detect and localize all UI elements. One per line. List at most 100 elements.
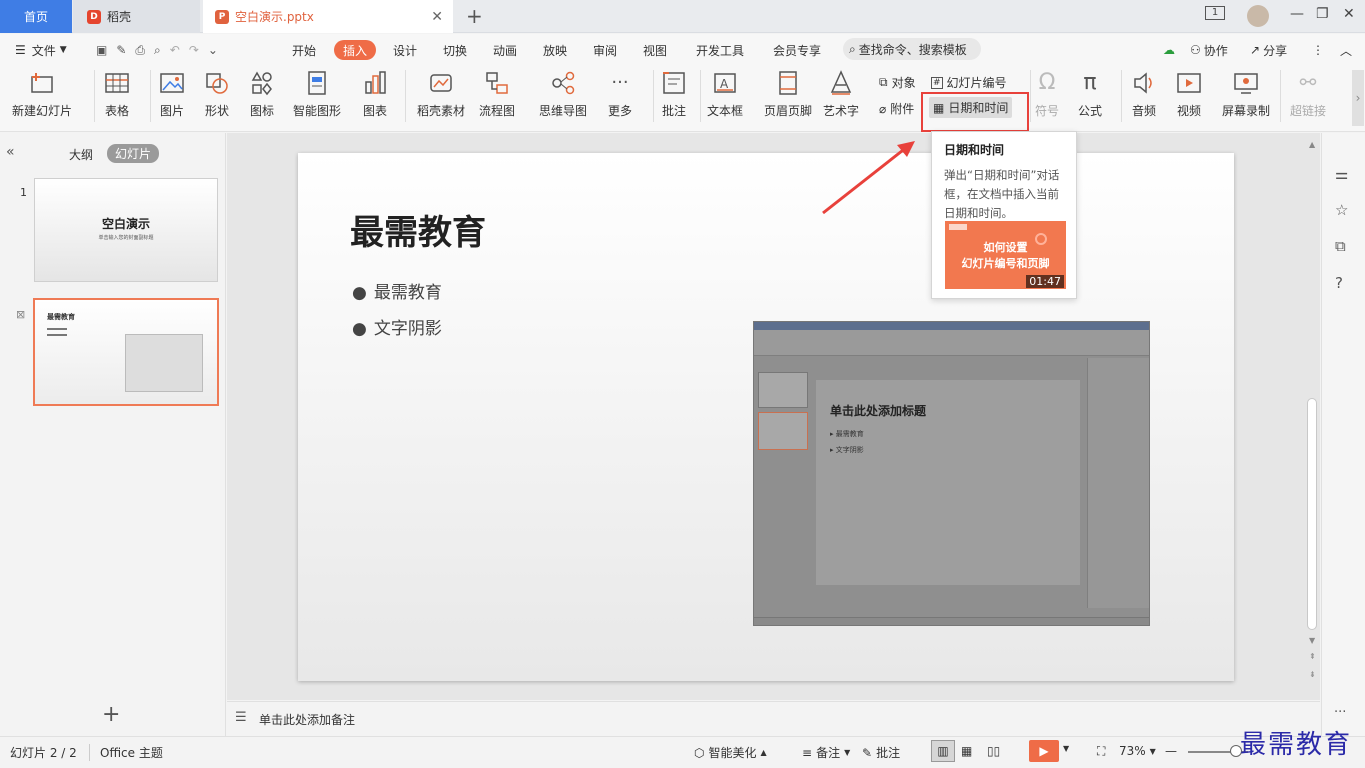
slideshow-options-icon[interactable]: ▼ bbox=[1063, 744, 1069, 753]
picture-button[interactable]: 图片 bbox=[159, 70, 185, 119]
new-slide-button[interactable]: 新建幻灯片 bbox=[12, 70, 72, 119]
avatar[interactable] bbox=[1247, 5, 1269, 27]
format-painter-icon[interactable]: ✎ bbox=[116, 43, 126, 57]
tab-daoke[interactable]: D 稻壳 bbox=[73, 0, 200, 33]
hyperlink-button[interactable]: ⚯ 超链接 bbox=[1290, 70, 1326, 119]
help-icon[interactable]: ? bbox=[1335, 274, 1343, 292]
add-tab-icon[interactable]: + bbox=[466, 4, 483, 28]
scroll-up-icon[interactable]: ▲ bbox=[1309, 140, 1315, 149]
undo-icon[interactable]: ↶ bbox=[170, 43, 180, 57]
flowchart-button[interactable]: 流程图 bbox=[479, 70, 515, 119]
share-button[interactable]: ↗ 分享 bbox=[1250, 40, 1287, 60]
cowork-button[interactable]: ⚇ 协作 bbox=[1190, 40, 1228, 60]
smart-beautify-button[interactable]: ⬡ 智能美化 ▲ bbox=[694, 744, 767, 761]
chart-button[interactable]: 图表 bbox=[362, 70, 388, 119]
scrollbar-thumb[interactable] bbox=[1307, 398, 1317, 630]
customize-icon[interactable]: ⌄ bbox=[208, 43, 218, 57]
file-label: 文件 bbox=[31, 43, 56, 58]
tab-animation[interactable]: 动画 bbox=[493, 40, 517, 60]
tooltip-video-thumbnail[interactable]: 如何设置 幻灯片编号和页脚 01:47 bbox=[945, 221, 1066, 289]
copy-layout-icon[interactable]: ⧉ bbox=[1335, 237, 1346, 255]
add-slide-icon[interactable]: + bbox=[102, 702, 120, 727]
next-slide-icon[interactable]: ⇟ bbox=[1309, 670, 1316, 679]
wordart-button[interactable]: 艺术字 bbox=[823, 70, 859, 119]
tab-review[interactable]: 审阅 bbox=[593, 40, 617, 60]
embedded-screenshot-image[interactable]: 单击此处添加标题 ▸ 最需教育 ▸ 文字阴影 bbox=[753, 321, 1150, 626]
header-footer-button[interactable]: 页眉页脚 bbox=[764, 70, 812, 119]
tab-membership[interactable]: 会员专享 bbox=[773, 40, 821, 60]
audio-button[interactable]: 音频 bbox=[1131, 70, 1157, 119]
minimize-icon[interactable]: — bbox=[1290, 6, 1304, 22]
tab-design[interactable]: 设计 bbox=[393, 40, 417, 60]
notes-toggle-button[interactable]: ≡ 备注 ▼ bbox=[802, 744, 850, 761]
tab-start[interactable]: 开始 bbox=[292, 40, 316, 60]
slide-bullet-1[interactable]: ● 最需教育 bbox=[352, 278, 442, 303]
collapse-ribbon-icon[interactable]: ︿ bbox=[1340, 40, 1352, 60]
fit-window-icon[interactable]: ⛶ bbox=[1097, 744, 1105, 759]
slide-indicator: 幻灯片 2 / 2 bbox=[10, 744, 77, 761]
print-preview-icon[interactable]: ⌕ bbox=[154, 43, 161, 58]
video-button[interactable]: 视频 bbox=[1176, 70, 1202, 119]
file-menu[interactable]: ☰ 文件 ▼ bbox=[15, 40, 67, 60]
zoom-level[interactable]: 73% ▼ bbox=[1119, 744, 1156, 758]
slide-title[interactable]: 最需教育 bbox=[350, 205, 486, 254]
mindmap-button[interactable]: 思维导图 bbox=[539, 70, 587, 119]
symbol-button[interactable]: Ω 符号 bbox=[1034, 70, 1060, 119]
ribbon-scroll-right-icon[interactable]: › bbox=[1352, 70, 1364, 126]
slides-tab[interactable]: 幻灯片 bbox=[107, 144, 160, 163]
close-window-icon[interactable]: ✕ bbox=[1343, 6, 1355, 22]
print-icon[interactable]: ⎙ bbox=[135, 43, 145, 58]
close-tab-icon[interactable]: ✕ bbox=[431, 9, 443, 25]
outline-tab[interactable]: 大纲 bbox=[69, 146, 93, 163]
redo-icon[interactable]: ↷ bbox=[189, 43, 199, 57]
restore-icon[interactable]: ❐ bbox=[1316, 6, 1329, 22]
slide-number-button[interactable]: # 幻灯片编号 bbox=[931, 74, 1007, 91]
tab-developer[interactable]: 开发工具 bbox=[696, 40, 744, 60]
shape-button[interactable]: 形状 bbox=[204, 70, 230, 119]
canvas-scrollbar[interactable]: ▲ ▼ ⇞ ⇟ bbox=[1306, 140, 1318, 690]
table-button[interactable]: 表格 bbox=[104, 70, 130, 119]
more-button[interactable]: ··· 更多 bbox=[607, 70, 633, 119]
prev-slide-icon[interactable]: ⇞ bbox=[1309, 652, 1316, 661]
animation-star-icon[interactable]: ☆ bbox=[1335, 201, 1348, 219]
command-search-text: 查找命令、搜索模板 bbox=[858, 42, 967, 57]
tab-document[interactable]: P 空白演示.pptx ✕ bbox=[203, 0, 453, 33]
comment-button[interactable]: 批注 bbox=[661, 70, 687, 119]
tab-view[interactable]: 视图 bbox=[643, 40, 667, 60]
normal-view-icon[interactable]: ▥ bbox=[931, 740, 955, 762]
collapse-panel-icon[interactable]: « bbox=[6, 144, 15, 160]
properties-icon[interactable]: ⚌ bbox=[1335, 165, 1348, 183]
more-tools-icon[interactable]: ··· bbox=[1334, 705, 1346, 720]
tab-slideshow[interactable]: 放映 bbox=[543, 40, 567, 60]
comment-toggle-button[interactable]: ✎ 批注 bbox=[862, 744, 900, 761]
daoke-material-button[interactable]: 稻壳素材 bbox=[417, 70, 465, 119]
reading-view-icon[interactable]: ▯▯ bbox=[987, 744, 1000, 758]
tab-transition[interactable]: 切换 bbox=[443, 40, 467, 60]
cloud-sync-button[interactable]: ☁ bbox=[1163, 40, 1175, 60]
icon-button[interactable]: 图标 bbox=[249, 70, 275, 119]
screen-record-button[interactable]: 屏幕录制 bbox=[1222, 70, 1270, 119]
formula-button[interactable]: π 公式 bbox=[1077, 70, 1103, 119]
command-search[interactable]: ⌕ 查找命令、搜索模板 bbox=[843, 38, 981, 60]
theme-name[interactable]: Office 主题 bbox=[89, 744, 163, 761]
omega-icon: Ω bbox=[1038, 70, 1056, 95]
attachment-button[interactable]: ⌀ 附件 bbox=[879, 100, 914, 117]
window-count-icon[interactable]: 1 bbox=[1205, 6, 1225, 20]
grid-view-icon[interactable]: ▦ bbox=[961, 744, 972, 758]
zoom-out-icon[interactable]: — bbox=[1165, 744, 1177, 758]
notes-pane[interactable]: ☰ 单击此处添加备注 bbox=[227, 701, 1320, 736]
slide-thumbnail-2[interactable]: 最需教育 bbox=[33, 298, 219, 406]
tab-insert[interactable]: 插入 bbox=[334, 40, 377, 60]
tab-home[interactable]: 首页 bbox=[0, 0, 72, 33]
scroll-down-icon[interactable]: ▼ bbox=[1309, 636, 1315, 645]
save-icon[interactable]: ▣ bbox=[96, 43, 107, 57]
current-slide[interactable]: 最需教育 ● 最需教育 ● 文字阴影 单击此处添加标题 ▸ 最需教育 ▸ 文字阴影 bbox=[298, 153, 1234, 681]
slide-bullet-2[interactable]: ● 文字阴影 bbox=[352, 314, 442, 339]
smart-graphic-button[interactable]: 智能图形 bbox=[293, 70, 341, 119]
play-slideshow-button[interactable]: ▶ bbox=[1029, 740, 1059, 762]
more-menu-icon[interactable]: ⋮ bbox=[1312, 40, 1324, 60]
mindmap-label: 思维导图 bbox=[539, 104, 588, 118]
object-button[interactable]: ⧉ 对象 bbox=[879, 74, 916, 91]
textbox-button[interactable]: A 文本框 bbox=[707, 70, 743, 119]
slide-thumbnail-1[interactable]: 空白演示 单击输入您的封面副标题 bbox=[34, 178, 218, 282]
